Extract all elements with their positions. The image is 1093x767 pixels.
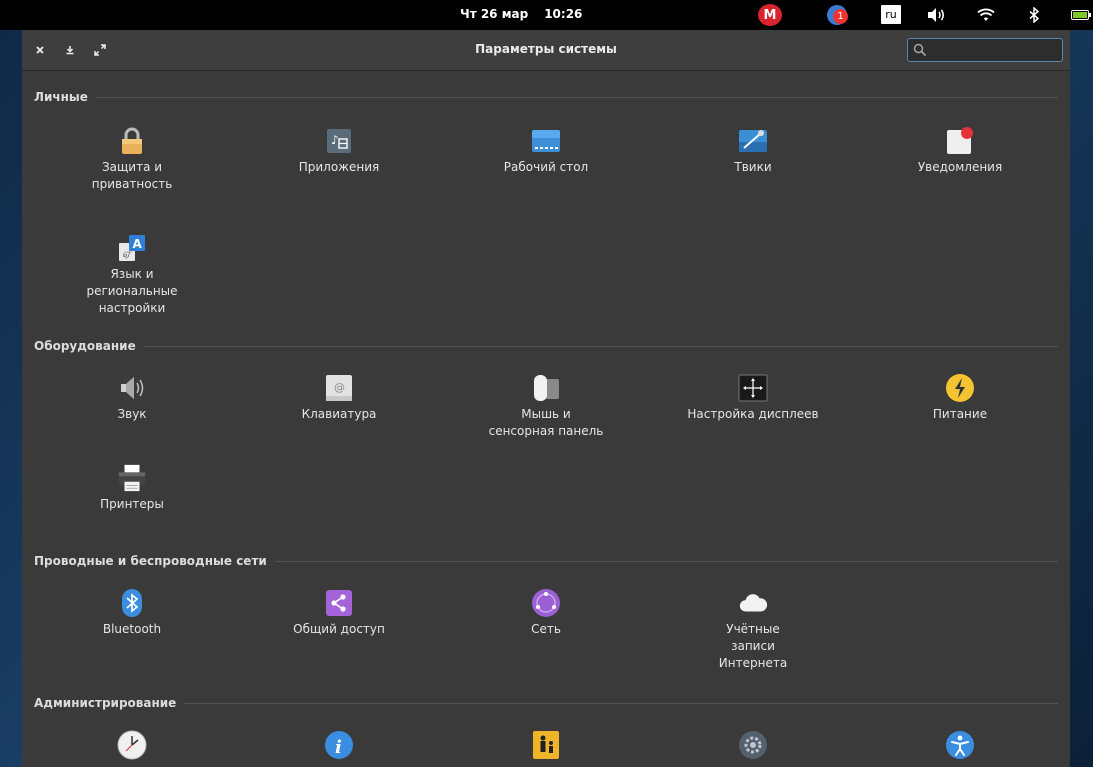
desktop-icon (531, 126, 561, 156)
item-bluetooth[interactable]: Bluetooth (47, 588, 217, 638)
section-title: Оборудование (34, 339, 136, 353)
item-label: Принтеры (100, 497, 164, 511)
keyboard-icon: @ (324, 373, 354, 403)
item-desktop[interactable]: Рабочий стол (461, 126, 631, 176)
item-printers[interactable]: Принтеры (47, 463, 217, 513)
svg-text:♪: ♪ (331, 133, 339, 147)
sound-icon (117, 373, 147, 403)
item-label: Bluetooth (102, 622, 162, 636)
svg-text:@: @ (334, 381, 345, 394)
item-language-region[interactable]: ஏA Язык и региональные настройки (47, 233, 217, 317)
applications-icon: ♪ (324, 126, 354, 156)
section-network: Проводные и беспроводные сети (34, 554, 1058, 568)
bluetooth-tray-icon[interactable] (1026, 5, 1042, 25)
notifications-icon (945, 126, 975, 156)
svg-text:i: i (335, 737, 342, 758)
item-security-privacy[interactable]: Защита и приватность (47, 126, 217, 193)
item-sound[interactable]: Звук (47, 373, 217, 423)
notification-count-badge: 1 (833, 9, 848, 24)
mouse-icon (531, 373, 561, 403)
item-label: Рабочий стол (503, 160, 589, 174)
item-tweaks[interactable]: Твики (668, 126, 838, 176)
item-label: Сеть (531, 622, 561, 636)
wifi-icon[interactable] (976, 5, 996, 25)
item-date-time[interactable] (47, 730, 217, 763)
online-accounts-icon (738, 588, 768, 618)
section-administration: Администрирование (34, 696, 1058, 710)
panel-time: 10:26 (544, 7, 583, 21)
item-label: Питание (932, 407, 988, 421)
power-icon (945, 373, 975, 403)
item-label: Твики (734, 160, 772, 174)
section-hardware: Оборудование (34, 339, 1058, 353)
lock-icon (117, 126, 147, 156)
info-icon: i (324, 730, 354, 760)
item-applications[interactable]: ♪ Приложения (254, 126, 424, 176)
section-divider (95, 96, 1058, 98)
panel-clock[interactable]: Чт 26 мар 10:26 (460, 7, 598, 21)
network-icon (531, 588, 561, 618)
mega-tray-icon[interactable]: M (758, 4, 782, 26)
item-power[interactable]: Питание (875, 373, 1045, 423)
item-label: Звук (117, 407, 147, 421)
item-label: Приложения (298, 160, 380, 174)
item-accessibility[interactable] (875, 730, 1045, 763)
section-divider (274, 560, 1058, 562)
section-title: Личные (34, 90, 88, 104)
search-input[interactable] (934, 41, 1058, 61)
bluetooth-icon (117, 588, 147, 618)
keyboard-layout-indicator[interactable]: ru (881, 5, 901, 24)
tweaks-icon (738, 126, 768, 156)
clock-icon (117, 730, 147, 760)
item-online-accounts[interactable]: Учётные записи Интернета (668, 588, 838, 672)
item-keyboard[interactable]: @ Клавиатура (254, 373, 424, 423)
item-about[interactable]: i (254, 730, 424, 763)
display-icon (738, 373, 768, 403)
item-notifications[interactable]: Уведомления (875, 126, 1045, 176)
language-icon: ஏA (117, 233, 147, 263)
top-panel: Чт 26 мар 10:26 M 1 ru (0, 0, 1093, 30)
panel-date: Чт 26 мар (460, 7, 529, 21)
volume-icon[interactable] (925, 5, 947, 25)
settings-content: Личные Защита и приватность ♪ Приложения… (22, 71, 1070, 767)
search-box[interactable] (907, 38, 1063, 62)
printer-icon (117, 463, 147, 493)
svg-text:A: A (133, 237, 143, 251)
item-system[interactable] (668, 730, 838, 763)
accessibility-icon (945, 730, 975, 760)
item-parental-control[interactable] (461, 730, 631, 763)
titlebar: Параметры системы (22, 30, 1070, 71)
section-title: Администрирование (34, 696, 177, 710)
battery-icon[interactable] (1070, 5, 1092, 25)
item-displays[interactable]: Настройка дисплеев (668, 373, 838, 423)
section-title: Проводные и беспроводные сети (34, 554, 267, 568)
item-label: Общий доступ (293, 622, 385, 636)
settings-window: Параметры системы Личные Защита и приват… (22, 30, 1070, 767)
notification-tray-icon[interactable]: 1 (827, 5, 848, 25)
item-label: Мышь и сенсорная панель (488, 407, 604, 438)
parental-control-icon (531, 730, 561, 760)
item-label: Учётные записи Интернета (718, 622, 788, 670)
section-divider (143, 345, 1058, 347)
section-personal: Личные (34, 90, 1058, 104)
item-sharing[interactable]: Общий доступ (254, 588, 424, 638)
gear-icon (738, 730, 768, 760)
item-label: Язык и региональные настройки (86, 267, 178, 315)
item-network[interactable]: Сеть (461, 588, 631, 638)
search-icon (913, 43, 927, 57)
item-mouse-touchpad[interactable]: Мышь и сенсорная панель (461, 373, 631, 440)
item-label: Настройка дисплеев (687, 407, 819, 421)
item-label: Защита и приватность (91, 160, 173, 191)
section-divider (184, 702, 1058, 704)
item-label: Уведомления (917, 160, 1003, 174)
sharing-icon (324, 588, 354, 618)
item-label: Клавиатура (301, 407, 377, 421)
